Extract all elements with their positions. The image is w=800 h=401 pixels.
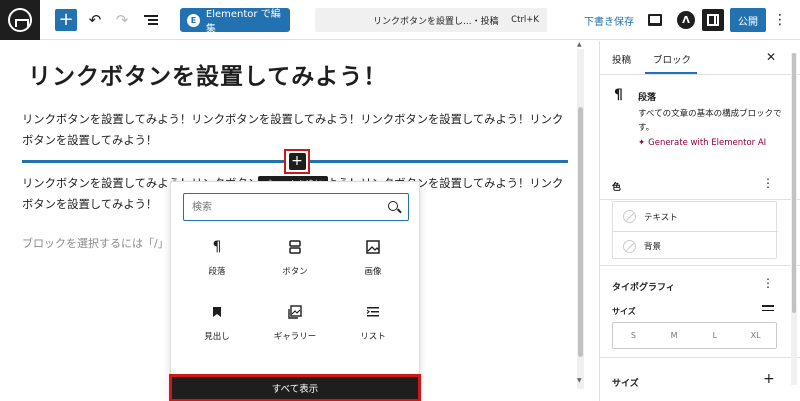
block-item-list[interactable]: リスト [335, 302, 411, 358]
empty-block-placeholder[interactable]: ブロックを選択するには「/」 [22, 235, 169, 251]
typography-options-icon[interactable]: ⋮ [762, 276, 774, 290]
block-item-image[interactable]: 画像 [335, 237, 411, 293]
block-item-paragraph[interactable]: ¶ 段落 [179, 237, 255, 293]
block-item-label: 画像 [364, 267, 382, 277]
paragraph-block[interactable]: リンクボタンを設置してみよう！リンクボタンを設置してみよう！リンクボタンを設置し… [22, 109, 572, 151]
dimensions-panel: サイズ + [600, 358, 800, 401]
size-option-xl[interactable]: XL [735, 323, 776, 348]
editor-toolbar: + ↶ ↷ E Elementor で編集 リンクボタンを設置し...・投稿 C… [0, 0, 800, 40]
save-draft-button[interactable]: 下書き保存 [584, 8, 634, 32]
size-option-l[interactable]: L [695, 323, 736, 348]
empty-swatch-icon [623, 239, 636, 253]
canvas-scrollbar[interactable] [577, 49, 584, 389]
scrollbar-thumb[interactable] [578, 107, 583, 357]
elementor-icon: E [187, 13, 200, 27]
publish-button[interactable]: 公開 [730, 8, 766, 32]
size-option-s[interactable]: S [613, 323, 654, 348]
scroll-down-arrow[interactable]: ▼ [577, 377, 582, 384]
add-block-button[interactable]: + [284, 149, 310, 174]
heading-icon [212, 302, 222, 322]
plus-icon: + [288, 153, 306, 170]
undo-icon[interactable]: ↶ [87, 8, 103, 32]
empty-swatch-icon [623, 210, 636, 223]
color-settings: テキスト 背景 [612, 201, 778, 260]
command-shortcut: Ctrl+K [511, 15, 539, 25]
image-icon [366, 237, 380, 257]
block-item-label: 段落 [208, 267, 226, 277]
color-panel-title: 色 [612, 183, 622, 193]
settings-sidebar-icon[interactable] [702, 9, 724, 31]
add-icon[interactable]: + [763, 371, 775, 387]
browse-all-button[interactable]: すべて表示 [169, 374, 421, 401]
block-name: 段落 [638, 93, 657, 103]
paragraph-icon: ¶ [614, 87, 623, 103]
block-item-gallery[interactable]: ギャラリー [257, 302, 333, 358]
document-title: リンクボタンを設置し...・投稿 [373, 16, 499, 27]
dimensions-panel-title: サイズ [612, 379, 639, 389]
button-icon [289, 237, 301, 257]
settings-sidebar: 投稿 ブロック ✕ ¶ 段落 すべての文章の基本の構成ブロックです。 ✦ Gene… [599, 41, 800, 401]
search-icon[interactable] [388, 201, 398, 211]
block-search-input[interactable] [184, 194, 374, 220]
color-options-icon[interactable]: ⋮ [762, 176, 774, 190]
color-panel: 色 ⋮ テキスト 背景 [600, 166, 800, 266]
background-color-control[interactable]: 背景 [613, 231, 778, 260]
close-icon[interactable]: ✕ [766, 50, 776, 64]
generate-ai-label: Generate with Elementor AI [648, 138, 767, 148]
block-item-button[interactable]: ボタン [257, 237, 333, 293]
tab-block[interactable]: ブロック [644, 52, 698, 74]
post-title[interactable]: リンクボタンを設置してみよう！ [28, 57, 387, 91]
font-size-label: サイズ [612, 307, 636, 316]
elementor-edit-label: Elementor で編集 [205, 9, 281, 35]
paragraph-icon: ¶ [212, 239, 222, 255]
list-icon [366, 302, 380, 322]
block-item-label: ボタン [282, 267, 308, 277]
custom-size-icon[interactable] [762, 302, 774, 314]
sidebar-scrollbar[interactable] [791, 53, 797, 385]
sidebar-scrollbar-thumb[interactable] [792, 53, 796, 313]
redo-icon[interactable]: ↷ [114, 8, 130, 32]
color-label: 背景 [644, 242, 662, 252]
block-item-label: 見出し [204, 332, 230, 342]
preview-icon[interactable] [648, 14, 662, 26]
block-item-label: ギャラリー [273, 332, 317, 342]
block-description: すべての文章の基本の構成ブロックです。 [638, 109, 782, 133]
wordpress-logo[interactable] [0, 0, 40, 40]
typography-panel-title: タイポグラフィ [612, 283, 675, 293]
tab-post[interactable]: 投稿 [612, 52, 631, 66]
text-color-control[interactable]: テキスト [613, 202, 778, 231]
font-size-picker: S M L XL [612, 322, 777, 349]
block-inserter-toggle[interactable]: + [55, 9, 77, 31]
color-label: テキスト [644, 212, 678, 223]
block-item-label: リスト [360, 332, 386, 342]
logo-icon [8, 8, 32, 32]
document-bar[interactable]: リンクボタンを設置し...・投稿 Ctrl+K [315, 8, 547, 32]
sidebar-tabs: 投稿 ブロック ✕ [600, 41, 800, 75]
block-editor: + ↶ ↷ E Elementor で編集 リンクボタンを設置し...・投稿 C… [0, 0, 800, 401]
list-view-icon[interactable] [143, 8, 159, 32]
elementor-edit-button[interactable]: E Elementor で編集 [180, 8, 290, 35]
quick-inserter-popover: ¶ 段落 ボタン 画像 見出し [169, 181, 421, 401]
ai-assistant-icon[interactable]: Ʌ [677, 11, 695, 29]
block-search[interactable] [183, 193, 409, 221]
gallery-icon [288, 302, 302, 322]
scroll-up-arrow[interactable]: ▲ [577, 41, 582, 48]
more-options-icon[interactable]: ⋮ [773, 8, 787, 32]
typography-panel: タイポグラフィ ⋮ サイズ S M L XL [600, 266, 800, 358]
block-item-heading[interactable]: 見出し [179, 302, 255, 358]
generate-ai-link[interactable]: ✦ Generate with Elementor AI [638, 138, 766, 148]
sparkle-icon: ✦ [638, 138, 646, 148]
size-option-m[interactable]: M [654, 323, 695, 348]
